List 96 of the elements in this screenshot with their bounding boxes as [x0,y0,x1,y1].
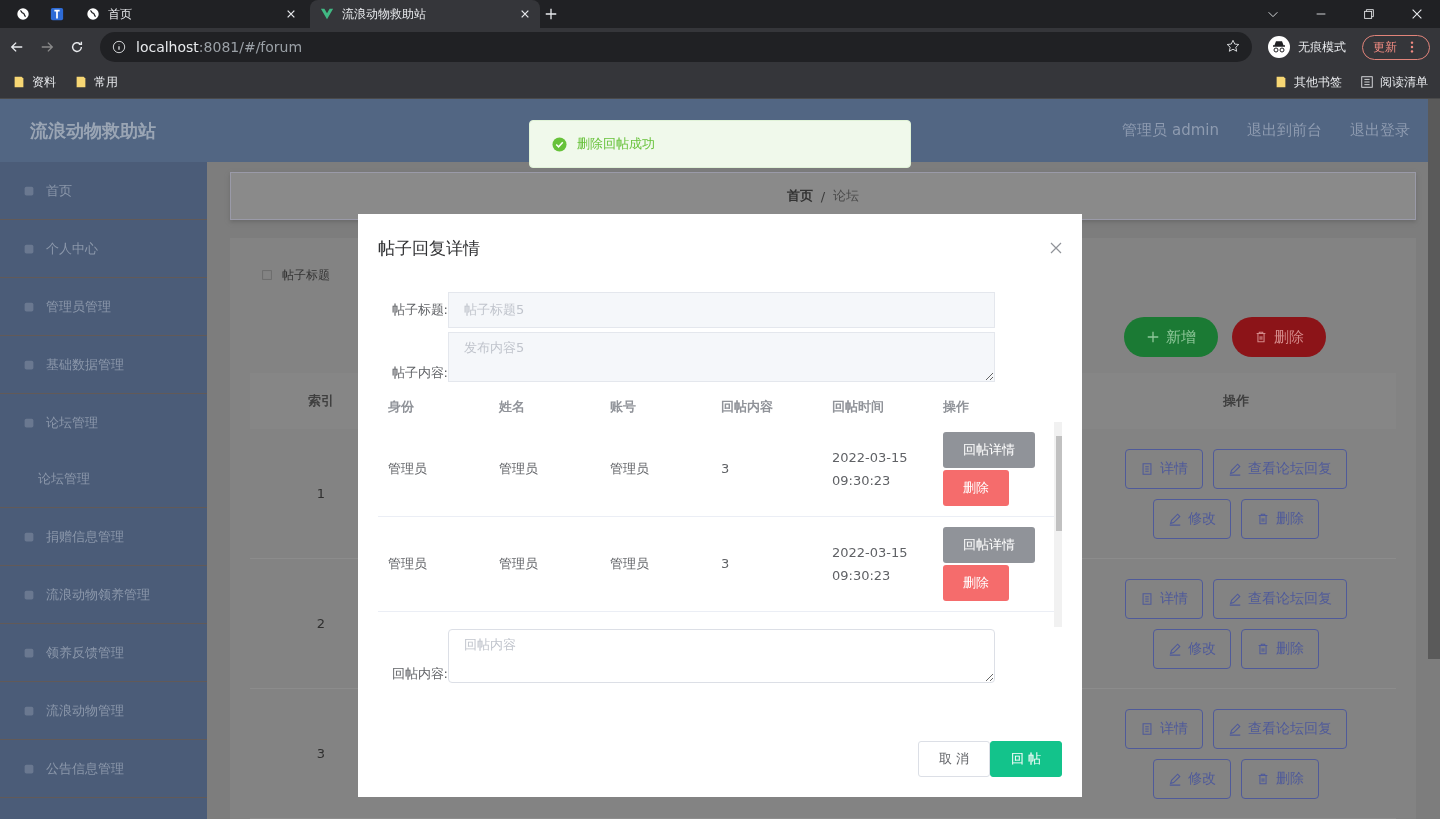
sidebar-item[interactable]: 首页 [0,162,207,220]
table-cell-text: 3 [721,555,731,574]
field-label: 帖子内容: [390,364,448,382]
bookmark[interactable]: 阅读清单 [1360,73,1428,91]
reply-button[interactable]: 回 帖 [989,741,1062,777]
pencil-icon [1168,771,1182,786]
scrollbar[interactable] [1054,422,1062,627]
table-cell-text: 3 [315,746,327,761]
sidebar-item[interactable]: 个人中心 [0,220,207,278]
sidebar-item[interactable]: 流浪动物管理 [0,682,207,740]
bookmark[interactable]: 资料 [12,73,56,91]
column-header: 账号 [610,398,637,416]
pencil-icon [1228,591,1242,606]
column-header: 索引 [307,392,335,410]
table-cell-text: 管理员 [499,460,539,479]
cancel-button[interactable]: 取 消 [917,741,990,777]
trash-icon [1256,641,1270,656]
app-title: 流浪动物救助站 [30,118,156,143]
search-field[interactable]: 帖子标题 [280,267,434,283]
table-cell-text: 3 [721,460,731,479]
header-link[interactable]: 退出登录 [1350,121,1410,140]
restore-icon [1362,7,1376,21]
close-icon [286,9,296,19]
document-icon [1140,721,1154,736]
info-icon [112,40,126,54]
table-cell-text: 2 [315,616,327,631]
add-button[interactable]: 新增 [1124,317,1218,357]
pencil-icon [1228,461,1242,476]
column-header: 操作 [1222,392,1250,410]
app-icon [50,7,64,21]
pencil-icon [1168,511,1182,526]
pencil-icon [1228,721,1242,736]
incognito-icon [1268,36,1290,58]
bookmark[interactable]: 其他书签 [1274,73,1342,91]
document-icon [1140,461,1154,476]
column-header: 身份 [388,398,415,416]
document-icon [1140,591,1154,606]
check-circle-icon [552,136,567,152]
v-logo-icon [320,7,334,21]
table-cell-text: 管理员 [610,460,650,479]
browser-tab[interactable]: 流浪动物救助站 [310,0,540,28]
table-cell-text: 2022-03-15 09:30:23 [832,448,909,490]
table-cell-text: 管理员 [388,460,428,479]
table-cell-text: 管理员 [610,555,650,574]
new-tab-icon [544,7,558,21]
detail-button[interactable]: 回帖详情 [943,527,1035,563]
column-header: 回帖内容 [721,398,774,416]
back-icon [10,40,24,54]
close-icon [1050,242,1062,254]
field-label: 帖子标题: [390,301,448,319]
bookmark[interactable]: 常用 [74,73,118,91]
trash-icon [1254,330,1268,344]
detail-button[interactable]: 回帖详情 [943,432,1035,468]
column-header: 回帖时间 [832,398,885,416]
sidebar-item[interactable]: 公告信息管理 [0,740,207,798]
column-header: 姓名 [499,398,526,416]
sidebar-item[interactable]: 流浪动物领养管理 [0,566,207,624]
sidebar-item[interactable]: 基础数据管理 [0,336,207,394]
pencil-icon [1168,641,1182,656]
table-cell-text: 管理员 [388,555,428,574]
browser-tab[interactable]: 首页 [76,0,306,28]
sidebar-item[interactable]: 捐赠信息管理 [0,508,207,566]
breadcrumb-separator: / [820,188,826,204]
incognito-profile[interactable]: 无痕模式 [1268,36,1346,58]
field-label: 回帖内容: [390,665,448,683]
column-header: 操作 [943,398,970,416]
breadcrumb-item[interactable]: 首页 [786,187,813,205]
close-icon [520,9,530,19]
table-cell-text: 1 [315,486,327,501]
toast-message: 删除回帖成功 [577,135,655,153]
sidebar-item[interactable]: 领养反馈管理 [0,624,207,682]
folder-icon [74,75,88,89]
trash-icon [1256,771,1270,786]
trash-icon [1256,511,1270,526]
forward-icon [40,40,54,54]
table-cell-text: 管理员 [499,555,539,574]
folder-icon [1274,75,1288,89]
delete-button[interactable]: 删除 [1232,317,1326,357]
dialog-title: 帖子回复详情 [378,236,480,260]
header-link[interactable]: 退出到前台 [1247,121,1322,140]
breadcrumb-item[interactable]: 论坛 [833,187,860,205]
sidebar-item[interactable]: 论坛管理 [0,394,207,451]
delete-button[interactable]: 删除 [943,565,1009,601]
folder-icon [12,75,26,89]
delete-button[interactable]: 删除 [943,470,1009,506]
sidebar-subitem[interactable]: 论坛管理 [0,451,207,508]
plus-icon [1146,330,1160,344]
address-bar[interactable]: localhost:8081/#/forum [100,32,1252,62]
reload-icon [70,40,84,54]
scrollbar[interactable] [1428,99,1440,659]
header-link[interactable]: 管理员 admin [1122,121,1219,140]
sidebar-item[interactable]: 管理员管理 [0,278,207,336]
star-icon [1226,38,1240,53]
table-cell-text: 2022-03-15 09:30:23 [832,543,909,585]
list-icon [1360,75,1374,89]
close-icon [1410,7,1424,21]
